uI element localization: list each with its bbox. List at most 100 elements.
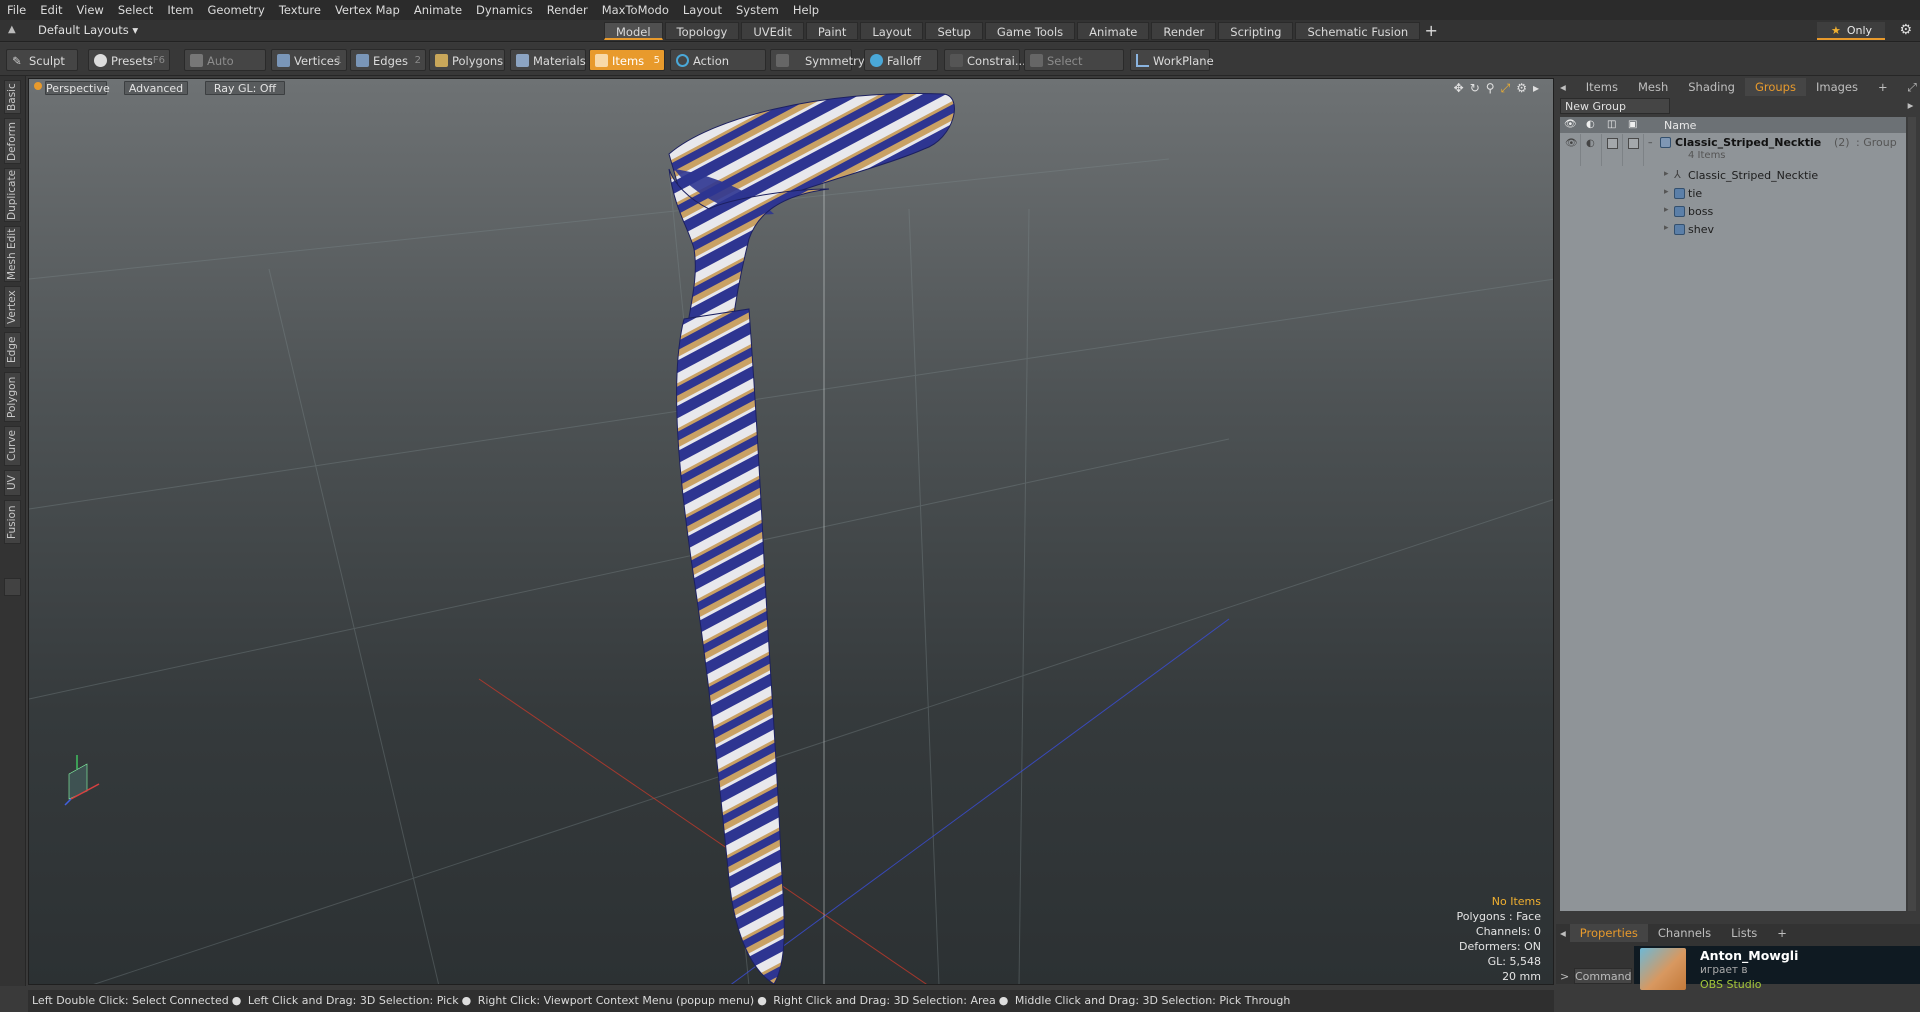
properties-tabs: ◂ Properties Channels Lists + xyxy=(1556,924,1797,942)
tab-duplicate[interactable]: Duplicate xyxy=(4,168,21,222)
group-select-checkbox[interactable] xyxy=(1628,138,1639,149)
3d-viewport[interactable]: Perspective Advanced Ray GL: Off ✥ ↻ ⚲ ⤢… xyxy=(28,78,1554,985)
tab-topology[interactable]: Topology xyxy=(664,22,740,40)
vertices-button[interactable]: Vertices 1 xyxy=(271,49,347,71)
tab-render[interactable]: Render xyxy=(1151,22,1217,40)
tab-setup[interactable]: Setup xyxy=(925,22,983,40)
add-tab-icon[interactable]: + xyxy=(1422,22,1440,40)
expand-tab[interactable] xyxy=(4,578,21,596)
menu-help[interactable]: Help xyxy=(786,0,826,20)
tab-vertex[interactable]: Vertex xyxy=(4,286,21,328)
menu-texture[interactable]: Texture xyxy=(272,0,328,20)
tab-fusion[interactable]: Fusion xyxy=(4,500,21,544)
collapse-icon[interactable]: – xyxy=(1648,138,1653,148)
tab-shading[interactable]: Shading xyxy=(1678,78,1745,96)
default-layouts-dropdown[interactable]: Default Layouts ▾ xyxy=(38,23,138,37)
items-button[interactable]: Items 5 xyxy=(589,49,665,71)
menu-vertex-map[interactable]: Vertex Map xyxy=(328,0,407,20)
edges-icon xyxy=(356,54,369,67)
new-group-button[interactable]: New Group xyxy=(1560,98,1670,114)
menu-animate[interactable]: Animate xyxy=(407,0,469,20)
falloff-button[interactable]: Falloff xyxy=(864,49,938,71)
menu-dynamics[interactable]: Dynamics xyxy=(469,0,540,20)
add-properties-tab-icon[interactable]: + xyxy=(1767,924,1797,942)
advanced-dropdown[interactable]: Advanced xyxy=(124,81,188,95)
vertices-icon xyxy=(277,54,290,67)
list-item[interactable]: ▸ shev xyxy=(1560,221,1906,239)
layout-bar: ▲ Default Layouts ▾ Model Topology UVEdi… xyxy=(0,20,1920,42)
menu-geometry[interactable]: Geometry xyxy=(201,0,272,20)
tab-deform[interactable]: Deform xyxy=(4,118,21,164)
tab-curve[interactable]: Curve xyxy=(4,426,21,466)
menu-select[interactable]: Select xyxy=(111,0,160,20)
zoom-icon[interactable]: ⚲ xyxy=(1486,81,1495,96)
tab-channels[interactable]: Channels xyxy=(1648,924,1721,942)
tab-images[interactable]: Images xyxy=(1806,78,1868,96)
polygons-button[interactable]: Polygons xyxy=(429,49,505,71)
tab-groups[interactable]: Groups xyxy=(1744,78,1806,96)
tab-polygon[interactable]: Polygon xyxy=(4,372,21,422)
tab-uvedit[interactable]: UVEdit xyxy=(741,22,804,40)
menu-item[interactable]: Item xyxy=(160,0,200,20)
groups-list: 👁 ◐ ◫ ▣ Name 👁 ◐ – Classic_Striped_Neckt… xyxy=(1560,117,1906,911)
menu-layout[interactable]: Layout xyxy=(676,0,729,20)
groups-scrollbar[interactable] xyxy=(1908,117,1916,911)
pan-icon[interactable]: ✥ xyxy=(1454,81,1464,96)
raygl-toggle[interactable]: Ray GL: Off xyxy=(205,81,285,95)
gear-icon[interactable]: ⚙ xyxy=(1899,22,1912,38)
fit-icon[interactable]: ⤢ xyxy=(1501,81,1511,96)
list-item[interactable]: ▸ tie xyxy=(1560,185,1906,203)
workplane-button[interactable]: WorkPlane xyxy=(1130,49,1214,71)
menu-view[interactable]: View xyxy=(70,0,111,20)
constraints-button[interactable]: Constrai... xyxy=(944,49,1026,71)
list-item[interactable]: ▸ boss xyxy=(1560,203,1906,221)
tab-edge[interactable]: Edge xyxy=(4,332,21,368)
menu-system[interactable]: System xyxy=(729,0,786,20)
presets-button[interactable]: Presets F6 xyxy=(88,49,170,71)
sculpt-button[interactable]: ✎ Sculpt xyxy=(6,49,78,71)
panel-menu-icon[interactable]: ◂ xyxy=(1556,78,1576,96)
auto-select-button[interactable]: Auto Select xyxy=(184,49,266,90)
tab-mesh-edit[interactable]: Mesh Edit xyxy=(4,226,21,282)
tab-basic[interactable]: Basic xyxy=(4,80,21,114)
list-item[interactable]: ▸ ⅄ Classic_Striped_Necktie xyxy=(1560,167,1906,185)
tab-model[interactable]: Model xyxy=(604,22,663,40)
action-center-button[interactable]: Action Center xyxy=(670,49,766,90)
menu-file[interactable]: File xyxy=(0,0,33,20)
tab-animate[interactable]: Animate xyxy=(1077,22,1150,40)
tab-scripting[interactable]: Scripting xyxy=(1218,22,1294,40)
add-panel-tab-icon[interactable]: + xyxy=(1868,78,1898,96)
tab-schematic-fusion[interactable]: Schematic Fusion xyxy=(1295,22,1421,40)
tab-layout[interactable]: Layout xyxy=(860,22,924,40)
viewport-menu-arrow-icon[interactable]: ▸ xyxy=(1533,81,1539,96)
tab-items[interactable]: Items xyxy=(1576,78,1628,96)
tab-uv[interactable]: UV xyxy=(4,470,21,496)
tab-mesh-ops[interactable]: Mesh Ops xyxy=(1628,78,1678,112)
collapse-arrow-icon[interactable]: ▲ xyxy=(8,24,20,36)
menu-edit[interactable]: Edit xyxy=(33,0,69,20)
group-render-icon[interactable]: ◐ xyxy=(1586,138,1595,149)
select-through-button[interactable]: Select Through xyxy=(1024,49,1124,90)
command-input[interactable]: Command xyxy=(1574,968,1632,984)
status-hint: Right Click and Drag: 3D Selection: Area xyxy=(773,994,996,1007)
only-toggle[interactable]: ★ Only xyxy=(1817,22,1885,40)
tab-lists[interactable]: Lists xyxy=(1721,924,1767,942)
menu-maxtomodo[interactable]: MaxToModo xyxy=(595,0,676,20)
perspective-dropdown[interactable]: Perspective xyxy=(45,81,110,95)
menu-render[interactable]: Render xyxy=(540,0,595,20)
symmetry-button[interactable]: Symmetry xyxy=(770,49,865,71)
rotate-icon[interactable]: ↻ xyxy=(1470,81,1480,96)
group-visibility-icon[interactable]: 👁 xyxy=(1565,138,1578,149)
viewport-settings-icon[interactable]: ⚙ xyxy=(1516,81,1527,96)
necktie-model[interactable] xyxy=(668,92,955,984)
materials-button[interactable]: Materials xyxy=(510,49,586,71)
layout-tabs: Model Topology UVEdit Paint Layout Setup… xyxy=(604,22,1440,40)
group-row[interactable]: 👁 ◐ – Classic_Striped_Necktie (2) : Grou… xyxy=(1560,134,1906,166)
tab-properties[interactable]: Properties xyxy=(1569,924,1648,942)
expand-panel-icon[interactable]: ⤢ ▸ xyxy=(1898,78,1920,112)
properties-menu-icon[interactable]: ◂ xyxy=(1556,924,1570,942)
edges-button[interactable]: Edges 2 xyxy=(350,49,426,71)
tab-paint[interactable]: Paint xyxy=(805,22,859,40)
group-lock-checkbox[interactable] xyxy=(1607,138,1618,149)
tab-game-tools[interactable]: Game Tools xyxy=(984,22,1076,40)
